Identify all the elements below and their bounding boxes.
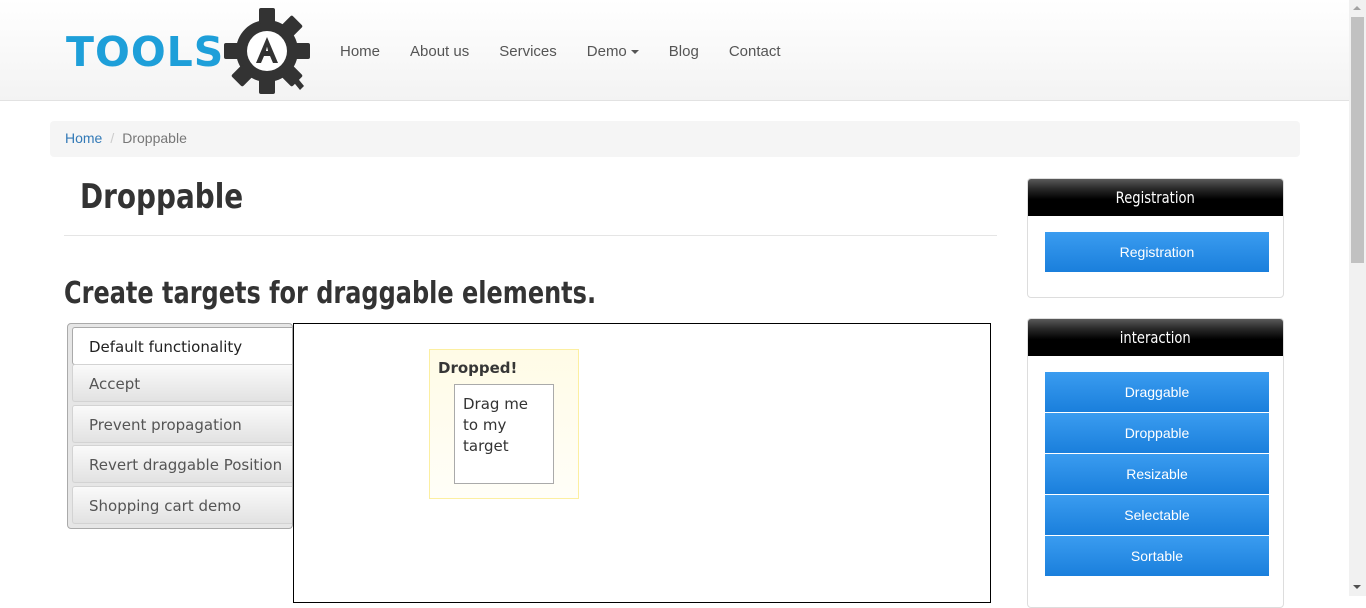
tab-revert-draggable-position[interactable]: Revert draggable Position [72,445,292,483]
caret-down-icon [630,50,639,55]
nav-blog[interactable]: Blog [654,33,714,70]
top-navbar: TOOLS Home About us Services Demo Blog C [0,0,1349,101]
nav-home[interactable]: Home [325,33,395,70]
tab-shopping-cart-demo[interactable]: Shopping cart demo [72,486,292,524]
scroll-up-arrow-icon[interactable] [1349,0,1366,17]
registration-widget-heading: Registration [1028,179,1283,216]
toolsqa-logo[interactable]: TOOLS [66,6,312,96]
main-nav: Home About us Services Demo Blog Contact [325,33,796,70]
scroll-thumb[interactable] [1351,17,1364,263]
registration-button[interactable]: Registration [1045,232,1269,272]
gear-icon [224,8,310,94]
interaction-widget-heading: interaction [1028,319,1283,356]
sortable-link-button[interactable]: Sortable [1045,536,1269,576]
breadcrumb-separator: / [110,130,115,146]
page-title: Droppable [80,177,244,217]
breadcrumb: Home / Droppable [50,121,1300,157]
nav-about-us[interactable]: About us [395,33,484,70]
demo-tabs: Default functionality Accept Prevent pro… [67,323,293,529]
interaction-widget: interaction Draggable Droppable Resizabl… [1027,318,1284,608]
draggable-link-button[interactable]: Draggable [1045,372,1269,412]
title-divider [64,235,997,236]
tab-prevent-propagation[interactable]: Prevent propagation [72,405,292,443]
nav-contact[interactable]: Contact [714,33,796,70]
demo-frame [293,323,991,603]
droppable-link-button[interactable]: Droppable [1045,413,1269,453]
registration-widget: Registration Registration [1027,178,1284,298]
breadcrumb-current: Droppable [122,130,187,146]
resizable-link-button[interactable]: Resizable [1045,454,1269,494]
interaction-heading-text: interaction [1120,328,1191,347]
logo-text: TOOLS [66,28,225,76]
registration-heading-text: Registration [1115,188,1196,207]
draggable-box[interactable]: Drag me to my target [454,384,554,484]
tab-default-functionality[interactable]: Default functionality [72,327,292,365]
page-subtitle: Create targets for draggable elements. [64,276,597,311]
nav-services[interactable]: Services [484,33,572,70]
scroll-down-arrow-icon[interactable] [1349,579,1366,596]
droppable-label: Dropped! [438,359,518,377]
tab-accept[interactable]: Accept [72,364,292,402]
nav-demo[interactable]: Demo [572,33,654,70]
selectable-link-button[interactable]: Selectable [1045,495,1269,535]
draggable-label: Drag me to my target [463,395,529,455]
nav-demo-label: Demo [586,43,627,60]
breadcrumb-home[interactable]: Home [65,130,102,146]
page-scrollbar[interactable] [1349,0,1366,596]
